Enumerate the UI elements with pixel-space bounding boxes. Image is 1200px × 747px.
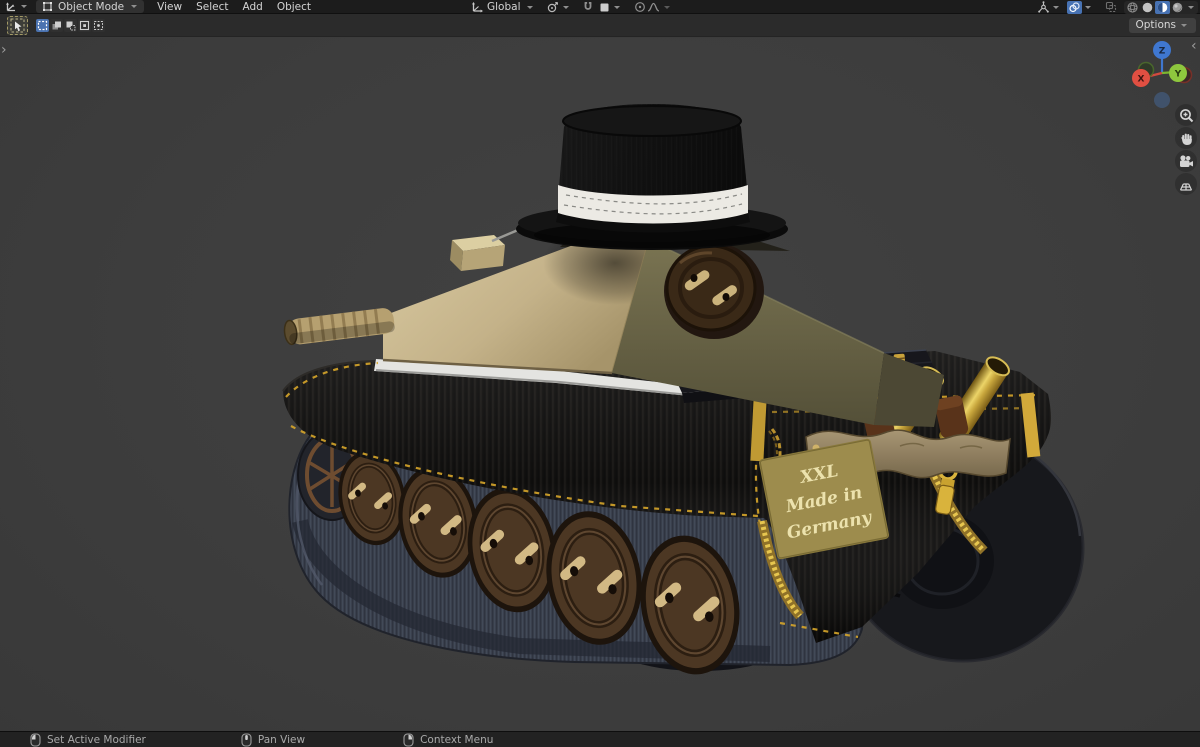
top-hat[interactable] [516, 104, 788, 250]
mode-selector-caret [131, 5, 138, 8]
status-hint-label: Pan View [257, 733, 306, 746]
camera-icon [1180, 154, 1193, 167]
menu-add[interactable]: Add [235, 1, 269, 13]
toolbar-expand-toggle[interactable]: › [1, 43, 7, 57]
left-mouse-icon [30, 732, 41, 747]
options-button[interactable]: Options [1129, 17, 1196, 33]
tank-model[interactable]: XXL Made in Germany [0, 38, 1200, 731]
top-menu-bar: Object Mode View Select Add Object Globa… [0, 0, 1200, 14]
select-box-tool-button[interactable] [7, 15, 28, 35]
select-mode-set[interactable] [36, 18, 49, 32]
object-mode-icon [40, 0, 54, 13]
mode-selector[interactable]: Object Mode [36, 0, 145, 13]
show-gizmo-icon[interactable] [1036, 0, 1050, 14]
shading-wireframe-icon[interactable] [1125, 1, 1140, 14]
select-mode-intersect[interactable] [92, 18, 105, 32]
svg-text:Y: Y [1174, 70, 1182, 80]
gizmo-axis-neg-z[interactable] [1154, 92, 1170, 108]
gizmo-caret[interactable] [1053, 5, 1059, 9]
options-label: Options [1135, 19, 1176, 31]
viewport-canvas[interactable]: › ‹ XXL Made in Germany Z X Y [0, 38, 1200, 731]
mode-selector-label: Object Mode [58, 0, 125, 13]
status-hint-rmb: Context Menu [403, 732, 494, 747]
right-mouse-icon [403, 732, 414, 747]
menu-view[interactable]: View [150, 1, 189, 13]
turret-hatch [450, 228, 519, 271]
orientation-value[interactable]: Global [487, 1, 521, 13]
navigation-gizmo[interactable]: Z X Y [1126, 40, 1200, 110]
gizmo-axis-x[interactable]: X [1132, 69, 1150, 87]
gizmo-axis-y[interactable]: Y [1169, 64, 1187, 82]
status-hint-label: Set Active Modifier [47, 733, 146, 746]
middle-mouse-icon [241, 732, 252, 747]
shading-mode-group [1124, 0, 1198, 14]
snap-caret[interactable] [613, 5, 620, 9]
select-mode-subtract[interactable] [64, 18, 77, 32]
status-hint-label: Context Menu [420, 733, 494, 746]
orientation-caret[interactable] [526, 5, 533, 9]
snap-magnet-icon[interactable] [581, 1, 595, 14]
made-in-germany-label: XXL Made in Germany [759, 438, 889, 560]
sidebar-expand-toggle[interactable]: ‹ [1191, 39, 1197, 53]
falloff-caret[interactable] [663, 5, 670, 9]
shading-rendered-icon[interactable] [1170, 1, 1185, 14]
editor-type-caret[interactable] [21, 5, 27, 8]
proportional-editing-icon[interactable] [633, 1, 647, 14]
hand-icon [1180, 133, 1192, 145]
transform-orientation-icon [470, 1, 484, 14]
menu-select[interactable]: Select [189, 1, 235, 13]
move-view-button[interactable] [1175, 127, 1197, 149]
svg-text:Z: Z [1159, 47, 1166, 57]
svg-text:X: X [1138, 75, 1145, 85]
camera-view-button[interactable] [1175, 150, 1197, 172]
show-overlays-icon[interactable] [1067, 0, 1082, 14]
turret-button[interactable] [664, 243, 764, 339]
select-mode-extend[interactable] [50, 18, 63, 32]
tool-settings-bar [0, 14, 1200, 37]
shading-caret[interactable] [1188, 5, 1194, 9]
pivot-point-icon[interactable] [546, 1, 560, 14]
select-mode-invert[interactable] [78, 18, 91, 32]
gizmo-axis-z[interactable]: Z [1153, 41, 1171, 59]
falloff-curve-icon[interactable] [647, 1, 661, 14]
grid-icon [1179, 182, 1193, 191]
toggle-perspective-button[interactable] [1175, 173, 1197, 195]
status-hint-mmb: Pan View [241, 732, 306, 747]
status-bar: Set Active Modifier Pan View Context Men… [0, 731, 1200, 747]
overlays-caret[interactable] [1085, 5, 1091, 9]
snap-target-icon[interactable] [598, 1, 611, 14]
gun-barrel[interactable] [283, 307, 395, 346]
zoom-button[interactable] [1175, 104, 1197, 126]
status-hint-lmb: Set Active Modifier [30, 732, 146, 747]
menu-object[interactable]: Object [270, 1, 318, 13]
shading-solid-icon[interactable] [1140, 1, 1155, 14]
toggle-xray-icon[interactable] [1104, 1, 1118, 14]
options-caret [1181, 23, 1187, 27]
shading-material-icon[interactable] [1155, 0, 1170, 14]
editor-type-icon[interactable] [4, 0, 18, 13]
pivot-caret[interactable] [562, 5, 569, 9]
